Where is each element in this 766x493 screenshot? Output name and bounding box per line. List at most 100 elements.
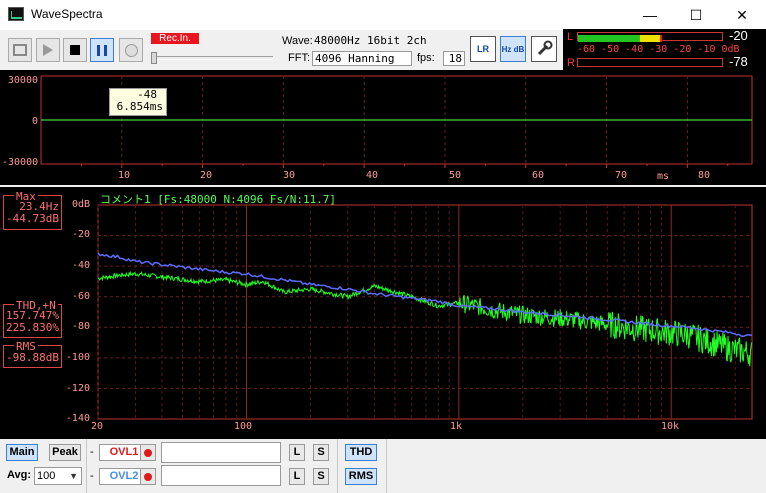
rec-input-label[interactable]: Rec.In. bbox=[151, 33, 199, 44]
meter-scale: -60 -50 -40 -30 -20 -10 0dB bbox=[577, 44, 740, 55]
rec-level-slider-track[interactable] bbox=[151, 56, 273, 60]
spec-ytick: -140 bbox=[65, 413, 90, 424]
spec-xtick: 100 bbox=[234, 421, 253, 432]
meter-left-label: L bbox=[567, 31, 574, 43]
dash-separator: - bbox=[90, 470, 94, 482]
avg-value: 100 bbox=[37, 470, 56, 482]
thd-readout: THD,+N 157.747% 225.830% bbox=[3, 300, 62, 338]
lr-icon: LR bbox=[477, 44, 489, 54]
title-bar: WaveSpectra — ☐ ✕ bbox=[0, 0, 766, 30]
ovl1-record-button[interactable] bbox=[140, 444, 156, 461]
main-button[interactable]: Main bbox=[6, 444, 38, 461]
meter-left-fill bbox=[578, 35, 663, 42]
spec-ytick: -80 bbox=[71, 321, 90, 332]
avg-select[interactable]: 100 ▼ bbox=[34, 467, 82, 485]
rms-button[interactable]: RMS bbox=[345, 468, 377, 485]
avg-label: Avg: bbox=[7, 469, 32, 481]
settings-app-button[interactable] bbox=[8, 38, 32, 62]
meter-left-bar bbox=[577, 32, 723, 42]
divider bbox=[337, 439, 338, 493]
spectrum-header: コメント1 [Fs:48000 N:4096 Fs/N:11.7] bbox=[100, 193, 337, 206]
ovl2-comment-field[interactable] bbox=[161, 465, 281, 486]
settings-button[interactable] bbox=[531, 36, 557, 62]
ovl1-comment-field[interactable] bbox=[161, 442, 281, 463]
fps-value: 18 bbox=[443, 51, 465, 66]
spec-ytick: -100 bbox=[65, 352, 90, 363]
wave-ytick: 30000 bbox=[7, 75, 38, 86]
spec-xtick: 10k bbox=[661, 421, 680, 432]
ovl1-save-button[interactable]: S bbox=[313, 444, 329, 461]
maximize-button[interactable]: ☐ bbox=[673, 0, 719, 30]
wave-format-value: 48000Hz 16bit 2ch bbox=[314, 34, 427, 47]
meter-left-value: -20 bbox=[729, 28, 748, 43]
lr-button[interactable]: LR bbox=[470, 36, 496, 62]
stop-button[interactable] bbox=[63, 38, 87, 62]
ovl2-record-button[interactable] bbox=[140, 468, 156, 485]
spectrum-left-trace bbox=[97, 270, 753, 367]
pause-button[interactable] bbox=[90, 38, 114, 62]
spectrum-plot[interactable] bbox=[0, 187, 766, 439]
fft-label: FFT: bbox=[288, 52, 310, 64]
rec-level-slider-knob[interactable] bbox=[151, 52, 157, 64]
rms-value: -98.88dB bbox=[6, 351, 59, 364]
wave-xtick: 40 bbox=[366, 170, 379, 181]
peak-button[interactable]: Peak bbox=[49, 444, 81, 461]
spectrum-panel[interactable]: コメント1 [Fs:48000 N:4096 Fs/N:11.7] 0dB -2… bbox=[0, 187, 766, 439]
level-meter: L -20 -60 -50 -40 -30 -20 -10 0dB R -78 bbox=[563, 28, 766, 71]
divider bbox=[386, 439, 387, 493]
app-icon bbox=[8, 7, 24, 21]
record-icon bbox=[124, 43, 138, 57]
spec-ytick: -120 bbox=[65, 383, 90, 394]
cursor-tooltip: -48 6.854ms bbox=[109, 88, 167, 116]
play-icon bbox=[43, 44, 53, 56]
window-title: WaveSpectra bbox=[31, 7, 103, 21]
ovl2-save-button[interactable]: S bbox=[313, 468, 329, 485]
stop-icon bbox=[70, 45, 80, 55]
max-level: -44.73dB bbox=[6, 212, 59, 225]
wave-xtick: 30 bbox=[283, 170, 296, 181]
spec-ytick: -20 bbox=[71, 229, 90, 240]
spec-ytick: -40 bbox=[71, 260, 90, 271]
rms-readout: RMS -98.88dB bbox=[3, 341, 62, 368]
spec-ytick: 0dB bbox=[71, 199, 90, 210]
wave-xtick: 70 bbox=[615, 170, 628, 181]
minimize-button[interactable]: — bbox=[627, 0, 673, 30]
meter-left-peak bbox=[660, 35, 663, 42]
close-button[interactable]: ✕ bbox=[719, 0, 765, 30]
spec-plot-frame bbox=[97, 204, 753, 420]
wave-label: Wave: bbox=[282, 35, 313, 47]
wave-xtick: 80 bbox=[698, 170, 711, 181]
divider bbox=[86, 439, 87, 493]
meter-left-segment bbox=[578, 35, 640, 42]
fft-value: 4096 Hanning bbox=[312, 51, 412, 66]
bottom-bar: Main Peak Avg: 100 ▼ - OVL1 L S - OVL2 L… bbox=[0, 439, 766, 493]
wave-ytick: -30000 bbox=[2, 157, 39, 168]
meter-right-label: R bbox=[567, 57, 575, 69]
spec-ytick: -60 bbox=[71, 291, 90, 302]
wave-xtick: 50 bbox=[449, 170, 462, 181]
meter-left-segment bbox=[639, 35, 661, 42]
record-button[interactable] bbox=[119, 38, 143, 62]
play-button[interactable] bbox=[36, 38, 60, 62]
waveform-panel[interactable]: 30000 0 -30000 10 20 30 40 50 60 70 ms 8… bbox=[0, 70, 766, 185]
fps-label: fps: bbox=[417, 52, 435, 64]
wave-ytick: 0 bbox=[31, 116, 38, 127]
spec-xtick: 20 bbox=[91, 421, 104, 432]
ovl2-load-button[interactable]: L bbox=[289, 468, 305, 485]
meter-right-value: -78 bbox=[729, 54, 748, 69]
wave-xtick: 60 bbox=[532, 170, 545, 181]
ovl1-load-button[interactable]: L bbox=[289, 444, 305, 461]
wave-xtick: 20 bbox=[200, 170, 213, 181]
hz-db-icon: Hz dB bbox=[501, 44, 525, 54]
hz-db-button[interactable]: Hz dB bbox=[500, 36, 526, 62]
settings-app-icon bbox=[13, 44, 27, 56]
chevron-down-icon: ▼ bbox=[69, 471, 78, 481]
thd-title: THD,+N bbox=[14, 299, 58, 312]
dash-separator: - bbox=[90, 446, 94, 458]
wave-xtick: 10 bbox=[118, 170, 131, 181]
rms-title: RMS bbox=[14, 340, 38, 353]
thd-button[interactable]: THD bbox=[345, 444, 377, 461]
pause-icon bbox=[97, 44, 107, 56]
spec-xtick: 1k bbox=[450, 421, 463, 432]
meter-right-bar bbox=[577, 58, 723, 67]
